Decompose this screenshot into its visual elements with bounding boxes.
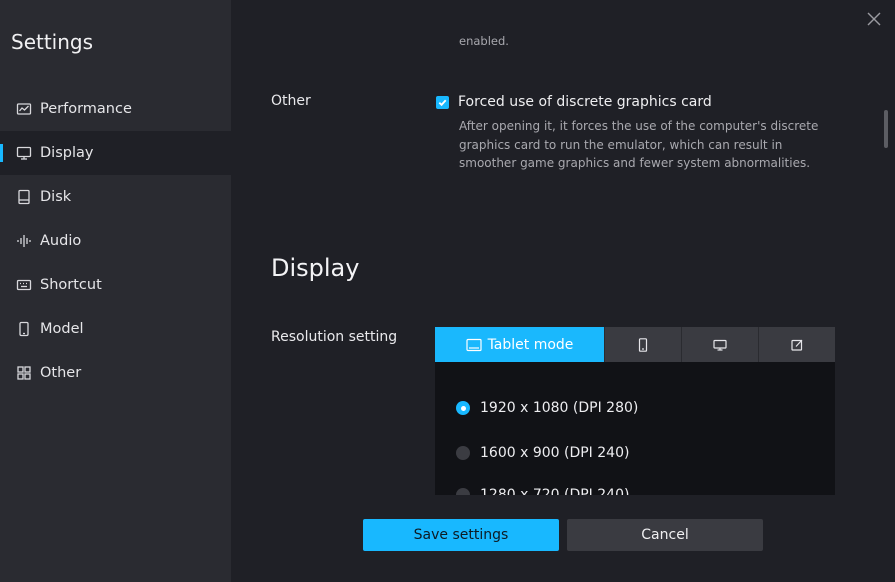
save-settings-button[interactable]: Save settings <box>363 519 559 551</box>
phone-icon <box>16 321 32 337</box>
resolution-option-label: 1280 x 720 (DPI 240) <box>480 487 630 495</box>
close-button[interactable] <box>865 10 883 28</box>
check-icon <box>438 99 447 106</box>
resolution-setting-label: Resolution setting <box>271 329 398 345</box>
discrete-gpu-label: Forced use of discrete graphics card <box>458 94 712 110</box>
tablet-icon <box>465 338 482 351</box>
sidebar-item-display[interactable]: Display <box>0 131 231 175</box>
disk-icon <box>16 189 32 205</box>
radio-button[interactable] <box>456 446 470 460</box>
previous-description-tail: enabled. <box>459 34 509 48</box>
tab-desktop-mode[interactable] <box>681 327 758 362</box>
monitor-icon <box>16 145 32 161</box>
other-section-label: Other <box>271 93 311 109</box>
radio-button[interactable] <box>456 488 470 495</box>
sidebar: Settings Performance Display Disk Audio … <box>0 0 231 582</box>
sidebar-item-audio[interactable]: Audio <box>0 219 231 263</box>
tab-label: Tablet mode <box>487 336 574 353</box>
close-icon <box>867 12 881 26</box>
settings-window: Settings Performance Display Disk Audio … <box>0 0 895 582</box>
chart-icon <box>16 101 32 117</box>
discrete-gpu-checkbox[interactable] <box>436 95 449 109</box>
cancel-button[interactable]: Cancel <box>567 519 763 551</box>
display-section-title: Display <box>271 254 360 282</box>
sidebar-item-shortcut[interactable]: Shortcut <box>0 263 231 307</box>
discrete-gpu-description: After opening it, it forces the use of t… <box>459 119 819 170</box>
discrete-gpu-option[interactable]: Forced use of discrete graphics card <box>436 94 712 110</box>
sidebar-item-disk[interactable]: Disk <box>0 175 231 219</box>
keyboard-icon <box>16 277 32 293</box>
sidebar-item-other[interactable]: Other <box>0 351 231 395</box>
app-title: Settings <box>11 30 94 54</box>
audio-wave-icon <box>16 233 32 249</box>
sidebar-nav: Performance Display Disk Audio Shortcut … <box>0 87 231 395</box>
radio-button-selected[interactable] <box>456 401 470 415</box>
resolution-option-1280[interactable]: 1280 x 720 (DPI 240) <box>456 487 629 495</box>
sidebar-item-label: Other <box>40 365 82 381</box>
sidebar-item-model[interactable]: Model <box>0 307 231 351</box>
sidebar-item-label: Performance <box>40 101 132 117</box>
phone-icon <box>638 337 648 352</box>
sidebar-item-label: Shortcut <box>40 277 102 293</box>
tab-phone-mode[interactable] <box>604 327 681 362</box>
sidebar-item-label: Model <box>40 321 84 337</box>
sidebar-item-performance[interactable]: Performance <box>0 87 231 131</box>
tab-tablet-mode[interactable]: Tablet mode <box>435 327 604 362</box>
resolution-option-1920[interactable]: 1920 x 1080 (DPI 280) <box>456 400 638 416</box>
edit-icon <box>791 339 803 351</box>
resolution-option-label: 1920 x 1080 (DPI 280) <box>480 400 639 416</box>
resolution-panel: Tablet mode 1920 x 1080 (DPI 280) 1600 x <box>435 327 835 495</box>
resolution-option-1600[interactable]: 1600 x 900 (DPI 240) <box>456 445 629 461</box>
resolution-mode-tabs: Tablet mode <box>435 327 835 362</box>
sidebar-item-label: Audio <box>40 233 82 249</box>
grid-icon <box>16 365 32 381</box>
resolution-option-label: 1600 x 900 (DPI 240) <box>480 445 630 461</box>
tab-custom-mode[interactable] <box>758 327 835 362</box>
monitor-icon <box>713 339 727 351</box>
main-content: enabled. Other Forced use of discrete gr… <box>231 0 895 582</box>
sidebar-item-label: Disk <box>40 189 72 205</box>
scrollbar-thumb[interactable] <box>884 110 888 148</box>
sidebar-item-label: Display <box>40 145 94 161</box>
